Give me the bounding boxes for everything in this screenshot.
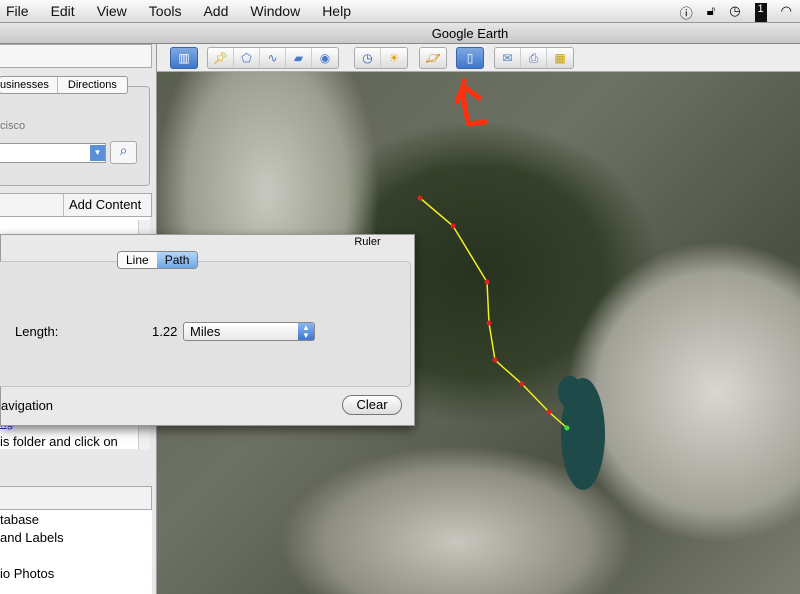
alert-icon[interactable]: ⓘ bbox=[680, 3, 693, 22]
ruler-icon: ▯ bbox=[466, 51, 474, 65]
menu-view[interactable]: View bbox=[97, 3, 127, 19]
record-tour-icon[interactable]: ◉ bbox=[312, 48, 338, 68]
path-vertex[interactable] bbox=[519, 381, 525, 387]
lake-inlet bbox=[558, 376, 582, 408]
path-vertex[interactable] bbox=[492, 357, 498, 363]
search-hint: cisco bbox=[0, 120, 26, 132]
search-panel bbox=[0, 86, 150, 186]
menu-bar: File Edit View Tools Add Window Help ⓘ 🔓… bbox=[0, 0, 800, 23]
menu-tools[interactable]: Tools bbox=[149, 3, 182, 19]
menu-add[interactable]: Add bbox=[203, 3, 228, 19]
length-label: Length: bbox=[15, 324, 59, 339]
spaces-icon[interactable]: 1 bbox=[754, 3, 767, 22]
menu-help[interactable]: Help bbox=[322, 3, 351, 19]
switch-planet-button[interactable]: 🪐︎ bbox=[419, 47, 447, 69]
ruler-mode-tabs: Line Path bbox=[117, 251, 199, 269]
wifi-icon[interactable]: ◠ bbox=[781, 3, 792, 22]
clear-button[interactable]: Clear bbox=[342, 395, 402, 415]
layers-list: tabase and Labels io Photos bbox=[0, 510, 152, 594]
ruler-title: Ruler bbox=[354, 236, 381, 248]
tab-directions[interactable]: Directions bbox=[58, 77, 127, 93]
search-input[interactable]: ▼ bbox=[0, 143, 106, 163]
tab-path[interactable]: Path bbox=[156, 252, 198, 268]
unit-value: Miles bbox=[190, 324, 221, 339]
add-content-button[interactable]: Add Content bbox=[63, 194, 141, 216]
path-vertex[interactable] bbox=[546, 409, 552, 415]
toolbar: ▥ 📌︎ ⬠ ∿ ▰ ◉ ◷ ☀ 🪐︎ ▯ ✉ ⎙ ▦ bbox=[157, 44, 800, 72]
add-polygon-icon[interactable]: ⬠ bbox=[234, 48, 260, 68]
email-icon[interactable]: ✉ bbox=[495, 48, 521, 68]
path-vertex[interactable] bbox=[450, 223, 456, 229]
ruler-dialog: Ruler Line Path Length: 1.22 Miles ▲ ▼ avi… bbox=[0, 234, 415, 426]
layer-item[interactable]: and Labels bbox=[0, 530, 64, 545]
menu-edit[interactable]: Edit bbox=[51, 3, 75, 19]
sidebar-header bbox=[0, 44, 152, 68]
share-group: ✉ ⎙ ▦ bbox=[494, 47, 574, 69]
tab-businesses[interactable]: usinesses bbox=[0, 77, 58, 93]
sidebar-toggle-button[interactable]: ▥ bbox=[170, 47, 198, 69]
sidebar-icon: ▥ bbox=[178, 51, 190, 65]
layers-header bbox=[0, 486, 152, 510]
sunlight-icon[interactable]: ☀ bbox=[381, 48, 407, 68]
places-header: Add Content bbox=[0, 193, 152, 217]
unit-select[interactable]: Miles ▲ ▼ bbox=[183, 322, 315, 341]
path-vertex[interactable] bbox=[564, 425, 570, 431]
length-value: 1.22 bbox=[152, 324, 178, 339]
measured-path bbox=[419, 197, 568, 429]
navigation-checkbox-label[interactable]: avigation bbox=[1, 398, 53, 413]
stepper-arrows-icon: ▲ ▼ bbox=[298, 323, 314, 340]
clock-icon[interactable]: ◷ bbox=[355, 48, 381, 68]
print-icon[interactable]: ⎙ bbox=[521, 48, 547, 68]
time-machine-icon[interactable]: ◷ bbox=[729, 3, 740, 22]
google-maps-icon[interactable]: ▦ bbox=[547, 48, 573, 68]
path-vertex[interactable] bbox=[417, 195, 423, 201]
menu-window[interactable]: Window bbox=[250, 3, 300, 19]
tab-line[interactable]: Line bbox=[118, 252, 157, 268]
search-button[interactable]: ⌕ bbox=[110, 141, 137, 164]
search-tabs: usinesses Directions bbox=[0, 76, 128, 94]
red-arrow-annotation bbox=[454, 78, 488, 127]
path-vertex[interactable] bbox=[486, 320, 492, 326]
layer-item[interactable]: io Photos bbox=[0, 566, 54, 581]
add-image-overlay-icon[interactable]: ▰ bbox=[286, 48, 312, 68]
layer-item[interactable]: tabase bbox=[0, 512, 39, 527]
add-path-icon[interactable]: ∿ bbox=[260, 48, 286, 68]
path-vertex[interactable] bbox=[484, 279, 490, 285]
menu-file[interactable]: File bbox=[6, 3, 29, 19]
ruler-button[interactable]: ▯ bbox=[456, 47, 484, 69]
hint-text: is folder and click on bbox=[0, 434, 118, 449]
add-tools-group: 📌︎ ⬠ ∿ ▰ ◉ bbox=[207, 47, 339, 69]
time-group: ◷ ☀ bbox=[354, 47, 408, 69]
lock-icon[interactable]: 🔓︎ bbox=[707, 3, 715, 22]
magnifier-icon: ⌕ bbox=[119, 142, 128, 158]
dropdown-arrow-icon[interactable]: ▼ bbox=[90, 145, 105, 161]
window-title: Google Earth bbox=[0, 23, 800, 44]
planet-icon: 🪐︎ bbox=[425, 51, 441, 65]
add-placemark-icon[interactable]: 📌︎ bbox=[208, 48, 234, 68]
